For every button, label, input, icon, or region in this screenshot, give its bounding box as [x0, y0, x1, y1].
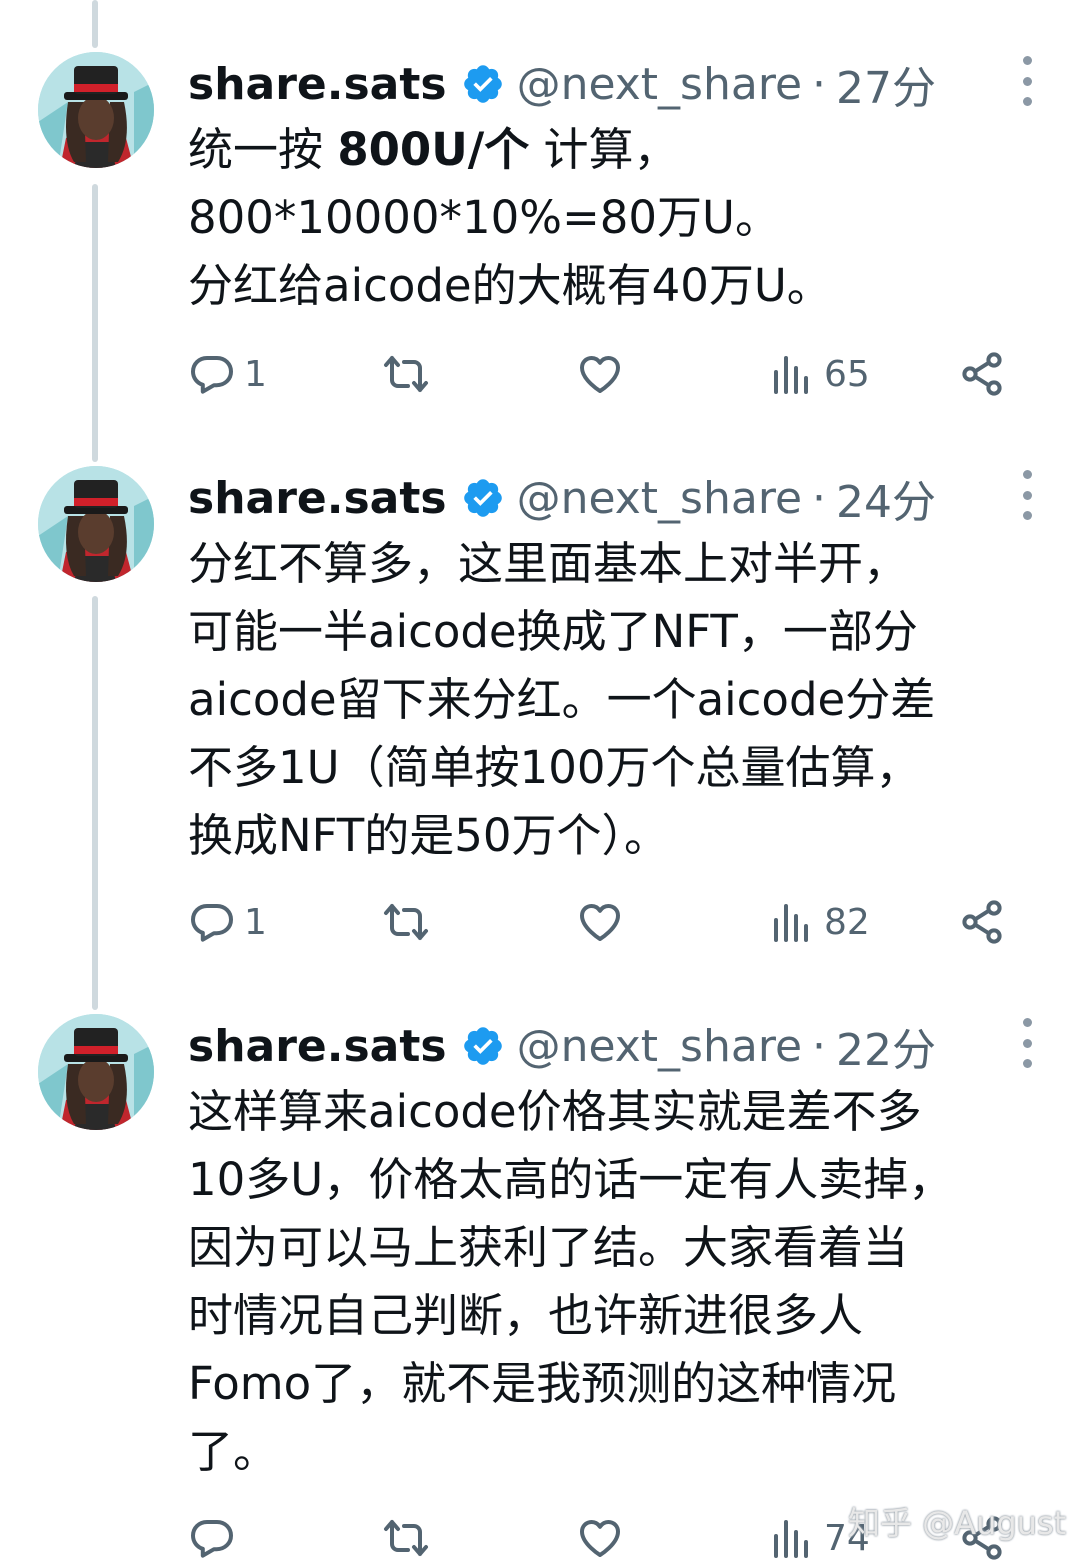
text-line: 分红给aicode的大概有40万U。 — [188, 259, 832, 312]
view-count: 82 — [824, 901, 870, 943]
text-line: 了。 — [188, 1425, 279, 1478]
verified-badge-icon — [463, 1027, 502, 1065]
more-icon[interactable] — [1020, 56, 1034, 106]
text-line: 不多1U（简单按100万个总量估算， — [188, 741, 921, 794]
retweet-icon — [384, 356, 428, 392]
reply-count: 1 — [244, 901, 267, 943]
action-bar: 1 82 — [188, 892, 1010, 952]
share-button[interactable] — [958, 892, 1006, 952]
tweet-text: 统一按 800U/个 计算， 800*10000*10%=80万U。 分红给ai… — [188, 116, 1020, 320]
like-button[interactable] — [576, 1508, 624, 1568]
avatar[interactable] — [38, 466, 154, 582]
display-name[interactable]: share.sats — [188, 1021, 447, 1072]
watermark: 知乎 @August — [848, 1504, 1067, 1542]
text-line: 800*10000*10%=80万U。 — [188, 191, 780, 244]
more-icon[interactable] — [1020, 1018, 1034, 1068]
action-bar: 1 65 — [188, 344, 1010, 404]
display-name[interactable]: share.sats — [188, 59, 447, 110]
timestamp[interactable]: 27分 — [836, 52, 936, 116]
reply-button[interactable] — [188, 1508, 244, 1568]
tweet-text: 分红不算多，这里面基本上对半开， 可能一半aicode换成了NFT，一部分 ai… — [188, 530, 1020, 870]
timestamp[interactable]: 22分 — [836, 1014, 936, 1078]
text-line: 因为可以马上获利了结。大家看着当 — [188, 1221, 909, 1274]
handle[interactable]: @next_share — [517, 59, 802, 110]
views-icon — [774, 356, 808, 394]
text-line: 10多U，价格太高的话一定有人卖掉， — [188, 1153, 954, 1206]
text-line: aicode留下来分红。一个aicode分差 — [188, 673, 936, 726]
tweet-header: share.sats @next_share · 22分 — [188, 1014, 990, 1078]
retweet-button[interactable] — [382, 892, 430, 952]
reply-icon — [191, 356, 233, 394]
view-count: 65 — [824, 353, 870, 395]
reply-button[interactable]: 1 — [188, 892, 267, 952]
avatar-image — [38, 1014, 154, 1130]
reply-icon — [191, 1520, 233, 1558]
text-line: 分红不算多，这里面基本上对半开， — [188, 537, 909, 590]
heart-icon — [580, 356, 620, 393]
timestamp[interactable]: 24分 — [836, 466, 936, 530]
avatar-image — [38, 466, 154, 582]
text-line: 可能一半aicode换成了NFT，一部分 — [188, 605, 918, 658]
views-icon — [774, 1520, 808, 1558]
reply-count: 1 — [244, 353, 267, 395]
thread-line — [92, 596, 98, 1010]
share-button[interactable] — [958, 344, 1006, 404]
retweet-icon — [384, 1520, 428, 1556]
like-button[interactable] — [576, 344, 624, 404]
text-line: Fomo了，就不是我预测的这种情况 — [188, 1357, 897, 1410]
separator: · — [812, 472, 827, 524]
views-button[interactable]: 82 — [768, 892, 870, 952]
verified-badge-icon — [463, 65, 502, 103]
avatar[interactable] — [38, 1014, 154, 1130]
tweet-header: share.sats @next_share · 24分 — [188, 466, 990, 530]
text-line: 换成NFT的是50万个）。 — [188, 809, 670, 862]
avatar[interactable] — [38, 52, 154, 168]
text-line: 时情况自己判断，也许新进很多人 — [188, 1289, 864, 1342]
tweet-text: 这样算来aicode价格其实就是差不多 10多U，价格太高的话一定有人卖掉， 因… — [188, 1078, 1020, 1486]
reply-button[interactable]: 1 — [188, 344, 267, 404]
views-button[interactable]: 65 — [768, 344, 870, 404]
verified-badge-icon — [463, 479, 502, 517]
retweet-icon — [384, 904, 428, 940]
share-icon — [962, 900, 1002, 944]
tweet-header: share.sats @next_share · 27分 — [188, 52, 990, 116]
like-button[interactable] — [576, 892, 624, 952]
views-icon — [774, 904, 808, 942]
text-line: 统一按 800U/个 计算， — [188, 123, 679, 176]
avatar-image — [38, 52, 154, 168]
thread-line — [92, 0, 98, 48]
separator: · — [812, 58, 827, 110]
text-line: 这样算来aicode价格其实就是差不多 — [188, 1085, 922, 1138]
share-icon — [962, 352, 1002, 396]
handle[interactable]: @next_share — [517, 1021, 802, 1072]
retweet-button[interactable] — [382, 1508, 430, 1568]
heart-icon — [580, 904, 620, 941]
retweet-button[interactable] — [382, 344, 430, 404]
thread-line — [92, 184, 98, 462]
more-icon[interactable] — [1020, 470, 1034, 520]
handle[interactable]: @next_share — [517, 473, 802, 524]
heart-icon — [580, 1520, 620, 1557]
reply-icon — [191, 904, 233, 942]
display-name[interactable]: share.sats — [188, 473, 447, 524]
separator: · — [812, 1020, 827, 1072]
